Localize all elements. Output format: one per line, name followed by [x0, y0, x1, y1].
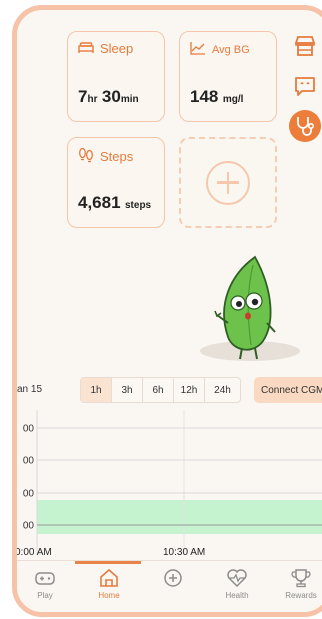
heart-pulse-icon	[215, 567, 259, 589]
target-range-band	[37, 500, 322, 534]
sleep-minutes: 30	[101, 87, 121, 106]
trophy-icon	[279, 567, 322, 589]
y-tick-label: 00	[23, 424, 35, 435]
avg-bg-number: 148	[190, 87, 219, 106]
sleep-hours-unit: hr	[87, 94, 98, 105]
steps-unit: steps	[125, 200, 152, 211]
steps-number: 4,681	[78, 193, 121, 212]
tab-play-label: Play	[37, 591, 53, 600]
connect-cgm-button[interactable]: Connect CGM	[254, 377, 322, 403]
home-icon	[87, 567, 131, 589]
y-tick-label: 00	[23, 456, 35, 467]
footprints-icon	[78, 147, 94, 166]
phone-frame: Sleep 7hr 30min Avg BG 148 mg/l Steps 4,…	[12, 5, 322, 617]
steps-value: 4,681 steps	[78, 193, 151, 213]
glucose-chart-svg: 00 00 00 00 0:00 AM 10:30 AM	[17, 410, 322, 558]
steps-title-text: Steps	[100, 149, 134, 164]
y-tick-label: 00	[23, 521, 35, 532]
sleep-value: 7hr 30min	[78, 87, 139, 107]
sleep-card-title: Sleep	[78, 41, 133, 56]
stethoscope-icon[interactable]	[289, 110, 321, 142]
tab-health[interactable]: Health	[215, 567, 259, 600]
time-range-selector: 1h 3h 6h 12h 24h	[80, 377, 241, 403]
range-3h-button[interactable]: 3h	[112, 378, 143, 402]
tab-rewards-label: Rewards	[285, 591, 317, 600]
y-tick-label: 00	[23, 489, 35, 500]
trend-chart-icon	[190, 41, 206, 58]
tab-home-label: Home	[98, 591, 120, 600]
range-24h-button[interactable]: 24h	[205, 378, 240, 402]
avg-bg-card-title: Avg BG	[190, 41, 250, 58]
tab-home[interactable]: Home	[87, 567, 131, 600]
steps-card[interactable]: Steps 4,681 steps	[67, 137, 165, 228]
avg-bg-card[interactable]: Avg BG 148 mg/l	[179, 31, 277, 122]
steps-card-title: Steps	[78, 147, 133, 166]
avg-bg-unit: mg/l	[222, 94, 244, 105]
gamepad-icon	[23, 567, 67, 589]
tab-add[interactable]	[151, 567, 195, 591]
chart-date-label: an 15	[17, 384, 43, 395]
add-icon	[206, 160, 250, 205]
add-widget-card[interactable]	[179, 137, 277, 228]
store-icon[interactable]	[291, 32, 319, 60]
range-12h-button[interactable]: 12h	[174, 378, 205, 402]
bottom-tab-bar: Play Home Health Rewards	[17, 560, 322, 612]
tab-health-label: Health	[225, 591, 249, 600]
avg-bg-title-text: Avg BG	[212, 43, 250, 56]
avg-bg-value: 148 mg/l	[190, 87, 243, 107]
sleep-card[interactable]: Sleep 7hr 30min	[67, 31, 165, 122]
x-tick-label: 0:00 AM	[17, 547, 52, 558]
tab-play[interactable]: Play	[23, 567, 67, 600]
tab-rewards[interactable]: Rewards	[279, 567, 322, 600]
range-6h-button[interactable]: 6h	[143, 378, 174, 402]
range-1h-button[interactable]: 1h	[81, 378, 112, 402]
x-tick-label: 10:30 AM	[163, 547, 205, 558]
sleep-minutes-unit: min	[120, 94, 139, 105]
active-tab-indicator	[75, 561, 141, 564]
leaf-mascot[interactable]	[195, 255, 305, 365]
sleep-title-text: Sleep	[100, 41, 134, 56]
bed-icon	[78, 41, 94, 56]
chat-icon[interactable]	[291, 72, 319, 100]
add-circle-icon	[151, 567, 195, 589]
glucose-chart[interactable]: 00 00 00 00 0:00 AM 10:30 AM	[17, 410, 322, 558]
